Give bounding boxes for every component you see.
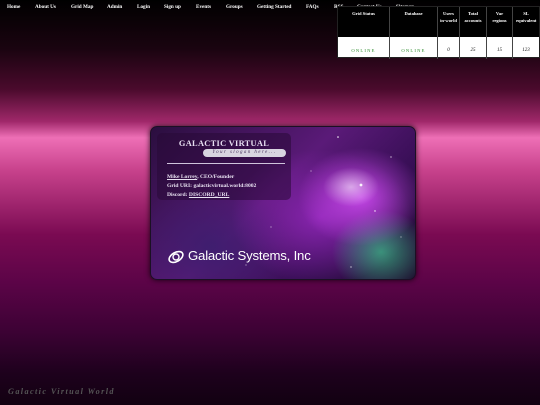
total-accounts-column: Total accounts 25	[459, 7, 486, 59]
users-inworld-header: Users in-world	[440, 11, 457, 23]
var-regions-column: Var regions 15	[486, 7, 512, 59]
footer-site-name: Galactic Virtual World	[8, 387, 115, 396]
ceo-name-link[interactable]: Mike Lorrey	[167, 174, 197, 180]
users-inworld-value: 0	[447, 48, 450, 53]
discord-link[interactable]: DISCORD_URL	[189, 192, 229, 198]
discord-label: Discord:	[167, 192, 188, 198]
nav-getting-started[interactable]: Getting Started	[257, 4, 291, 10]
slogan-badge: Your slogan here...	[203, 149, 286, 157]
nav-login[interactable]: Login	[137, 4, 150, 10]
card-info-panel: GALACTIC VIRTUAL WORLD Your slogan here.…	[157, 133, 291, 200]
nav-faqs[interactable]: FAQs	[306, 4, 319, 10]
var-regions-value: 15	[497, 48, 502, 53]
users-inworld-column: Users in-world 0	[437, 7, 459, 59]
grid-uri-value: galacticvirtual.world:8002	[193, 183, 257, 189]
grid-status-table: Grid Status ONLINE Database ONLINE Users…	[337, 6, 540, 59]
total-accounts-value: 25	[470, 48, 476, 53]
grid-status-header: Grid Status	[352, 11, 375, 16]
sl-equivalent-column: SL equivalent 123	[512, 7, 539, 59]
grid-status-column: Grid Status ONLINE	[338, 7, 389, 59]
nav-home[interactable]: Home	[7, 4, 20, 10]
sl-equivalent-header: SL equivalent	[516, 11, 537, 23]
grid-uri-label: Grid URI:	[167, 183, 193, 189]
database-value: ONLINE	[401, 48, 426, 53]
total-accounts-header: Total accounts	[464, 11, 482, 23]
nav-groups[interactable]: Groups	[226, 4, 243, 10]
nav-grid-map[interactable]: Grid Map	[71, 4, 93, 10]
discord-line: Discord: DISCORD_URL	[167, 192, 229, 198]
card-divider	[167, 163, 285, 164]
grid-uri-line: Grid URI: galacticvirtual.world:8002	[167, 183, 256, 189]
grid-status-value: ONLINE	[351, 48, 376, 53]
database-column: Database ONLINE	[389, 7, 437, 59]
var-regions-header: Var regions	[492, 11, 507, 23]
nav-sign-up[interactable]: Sign up	[164, 4, 181, 10]
orbit-logo-icon	[168, 250, 184, 264]
database-header: Database	[404, 11, 423, 16]
nav-about-us[interactable]: About Us	[35, 4, 56, 10]
sl-equivalent-value: 123	[522, 48, 530, 53]
company-name: Galactic Systems, Inc	[188, 248, 311, 263]
nav-events[interactable]: Events	[196, 4, 211, 10]
ceo-line: Mike Lorrey, CEO/Founder	[167, 174, 234, 180]
ceo-role: , CEO/Founder	[197, 174, 235, 180]
nav-admin[interactable]: Admin	[107, 4, 122, 10]
hero-card: GALACTIC VIRTUAL WORLD Your slogan here.…	[150, 126, 416, 280]
